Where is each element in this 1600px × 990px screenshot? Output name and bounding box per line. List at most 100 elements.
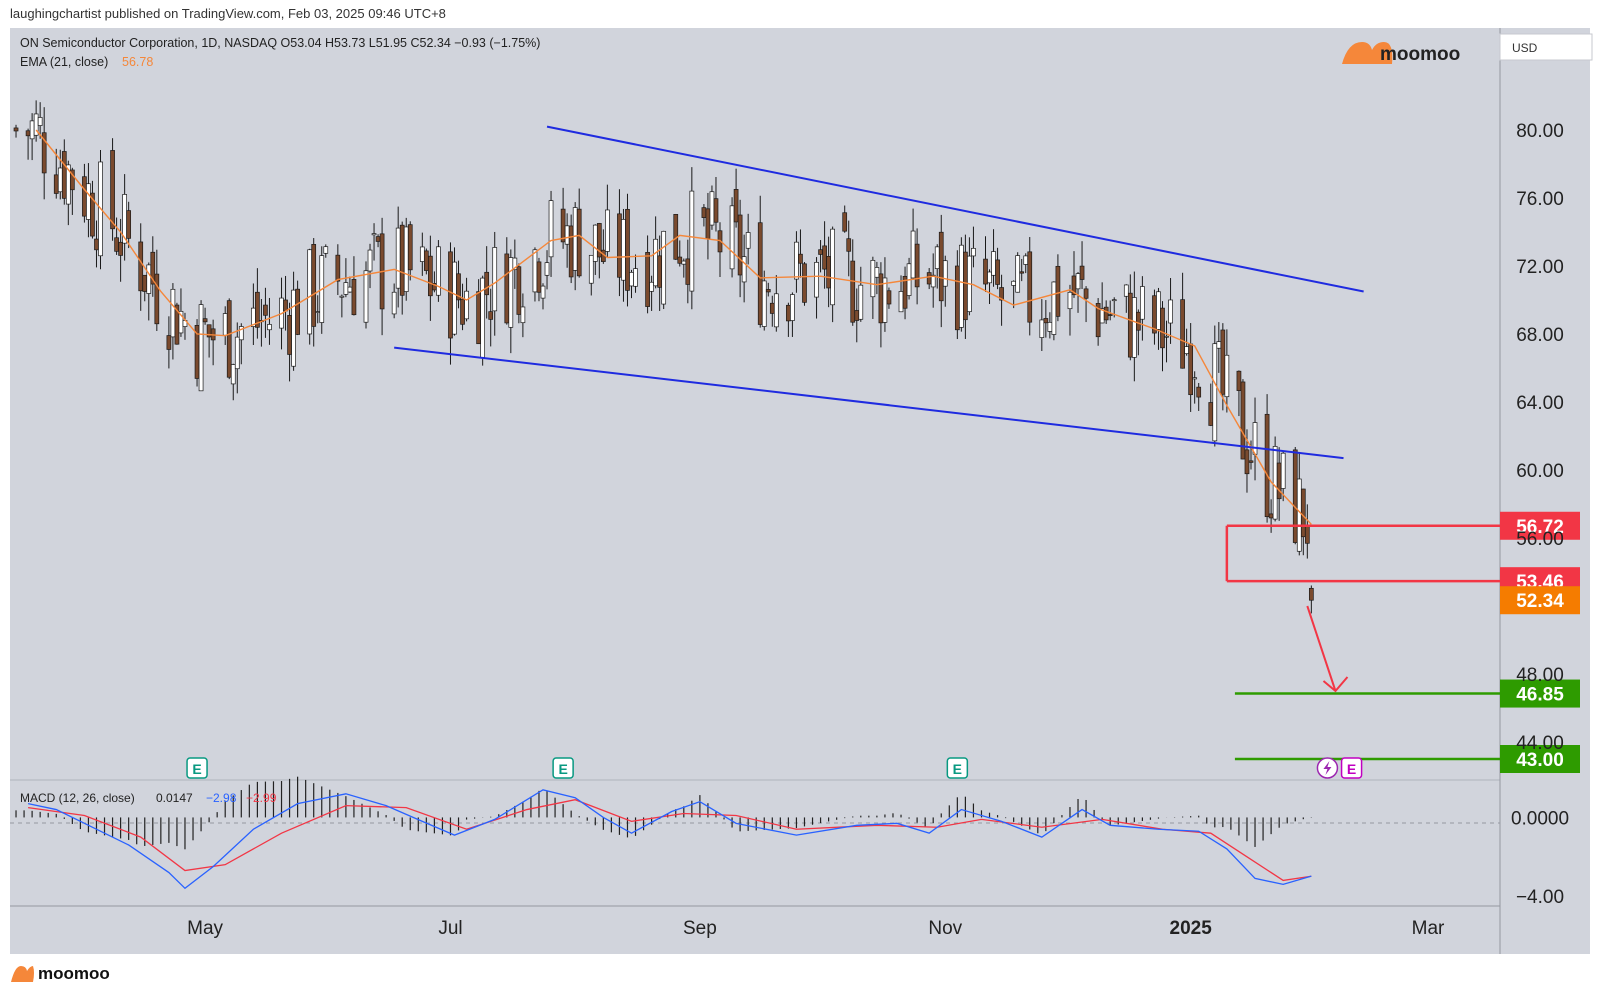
candle-body bbox=[138, 241, 144, 292]
candle-body bbox=[737, 214, 743, 276]
candle-body bbox=[1216, 341, 1222, 349]
candle-body bbox=[959, 244, 964, 328]
candle-body bbox=[419, 246, 425, 262]
candle-body bbox=[351, 278, 357, 316]
candle-body bbox=[625, 208, 630, 291]
moomoo-logo-icon bbox=[11, 966, 34, 982]
candle-body bbox=[733, 188, 739, 223]
candle-body bbox=[1136, 311, 1141, 331]
candle-body bbox=[1248, 460, 1254, 463]
candle-body bbox=[307, 249, 313, 335]
candle-body bbox=[1164, 335, 1169, 338]
candle-body bbox=[1292, 449, 1298, 543]
candle-body bbox=[110, 150, 115, 230]
candle-body bbox=[86, 183, 91, 220]
brand-logo-bottom: moomoo bbox=[10, 964, 110, 984]
earnings-marker-label: E bbox=[953, 761, 962, 777]
candle-body bbox=[287, 315, 292, 355]
candle-body bbox=[934, 246, 940, 269]
price-tag-label: 46.85 bbox=[1516, 685, 1564, 706]
candle-body bbox=[661, 230, 667, 305]
candle-body bbox=[761, 280, 767, 327]
y-tick-label: 60.00 bbox=[1516, 461, 1564, 482]
candle-body bbox=[657, 255, 663, 288]
candle-body bbox=[311, 244, 317, 327]
candle-body bbox=[1111, 299, 1117, 302]
y-tick-label: 68.00 bbox=[1516, 325, 1564, 346]
macd-y-tick-label: −4.00 bbox=[1516, 887, 1564, 908]
candle-body bbox=[82, 176, 87, 217]
candle-body bbox=[391, 291, 397, 315]
candle-body bbox=[705, 208, 711, 239]
candle-body bbox=[1180, 299, 1185, 369]
candle-body bbox=[1140, 286, 1145, 320]
candle-body bbox=[898, 291, 904, 313]
brand-name-bottom: moomoo bbox=[38, 964, 110, 983]
candle-body bbox=[452, 261, 457, 335]
candle-body bbox=[202, 318, 208, 323]
candle-body bbox=[1123, 284, 1129, 297]
channel-lower-line bbox=[394, 346, 1344, 460]
candle-body bbox=[954, 265, 960, 331]
candle-body bbox=[476, 291, 481, 345]
candle-body bbox=[629, 272, 634, 287]
candle-body bbox=[814, 261, 819, 298]
candle-body bbox=[126, 210, 132, 239]
candle-body bbox=[142, 274, 148, 292]
candle-body bbox=[1196, 386, 1202, 398]
candle-body bbox=[1067, 291, 1073, 310]
candle-body bbox=[1308, 587, 1314, 601]
candle-body bbox=[942, 260, 948, 287]
candle-body bbox=[53, 174, 59, 194]
candle-body bbox=[1212, 343, 1218, 442]
candle-body bbox=[198, 304, 204, 392]
candle-body bbox=[226, 300, 232, 378]
candle-body bbox=[1304, 526, 1310, 544]
candle-body bbox=[592, 224, 598, 262]
earnings-marker-label: E bbox=[1347, 761, 1356, 777]
candle-body bbox=[1272, 446, 1278, 520]
candle-body bbox=[713, 198, 719, 223]
candle-body bbox=[709, 191, 715, 226]
candle-body bbox=[983, 258, 988, 285]
candle-body bbox=[1075, 273, 1081, 290]
candle-body bbox=[1192, 377, 1198, 380]
candle-body bbox=[488, 311, 494, 320]
candle-body bbox=[914, 243, 920, 288]
earnings-marker-label: E bbox=[192, 761, 201, 777]
price-chart[interactable]: 56.7253.4652.3446.8543.00 80.0076.0072.0… bbox=[0, 0, 1600, 990]
candle-body bbox=[1224, 354, 1230, 398]
candle-body bbox=[870, 259, 876, 298]
candle-body bbox=[822, 245, 827, 270]
candle-body bbox=[1107, 314, 1113, 316]
candle-body bbox=[448, 251, 453, 339]
y-tick-label: 56.00 bbox=[1516, 529, 1564, 550]
candle-body bbox=[1011, 280, 1017, 286]
candle-body bbox=[588, 254, 594, 284]
candle-body bbox=[1276, 462, 1282, 500]
candle-body bbox=[371, 233, 377, 236]
candle-body bbox=[1160, 307, 1165, 349]
candle-body bbox=[375, 236, 381, 242]
candle-body bbox=[436, 246, 441, 296]
candle-body bbox=[878, 273, 884, 324]
earnings-marker-label: E bbox=[558, 761, 567, 777]
candle-body bbox=[910, 230, 916, 279]
candle-body bbox=[874, 267, 880, 278]
x-tick-label: Mar bbox=[1412, 918, 1445, 939]
candle-body bbox=[363, 270, 369, 323]
candle-body bbox=[1280, 452, 1286, 489]
candle-body bbox=[741, 256, 747, 283]
candle-body bbox=[1300, 488, 1306, 538]
candle-body bbox=[1152, 295, 1157, 334]
candle-body bbox=[1220, 329, 1226, 395]
macd-legend-signal: −2.99 bbox=[246, 791, 277, 805]
candle-body bbox=[633, 268, 638, 287]
candle-body bbox=[13, 127, 19, 132]
candle-body bbox=[995, 259, 1000, 285]
macd-legend-hist: 0.0147 bbox=[156, 791, 193, 805]
candle-body bbox=[323, 246, 329, 254]
currency-label: USD bbox=[1512, 41, 1538, 55]
candle-body bbox=[617, 213, 622, 278]
candle-body bbox=[745, 232, 751, 249]
